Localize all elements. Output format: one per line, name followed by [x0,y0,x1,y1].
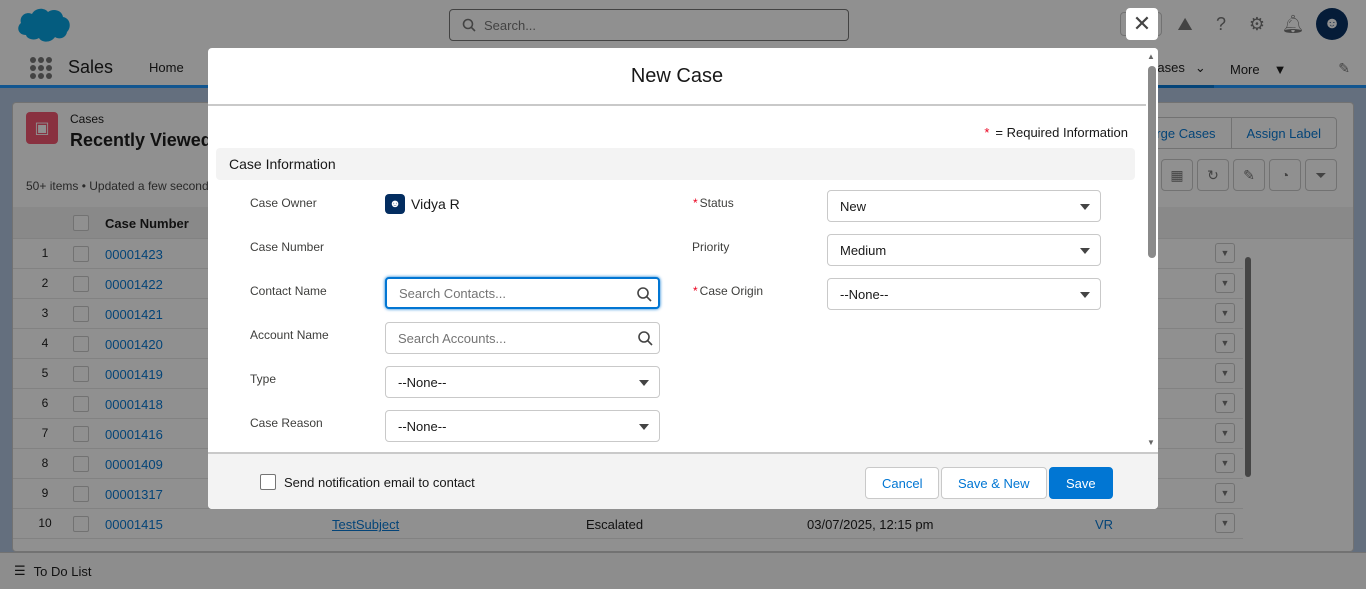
status-select[interactable]: New [827,190,1101,222]
case-reason-select[interactable]: --None-- [385,410,660,442]
case-origin-value: --None-- [840,286,889,302]
priority-value: Medium [840,242,887,258]
case-origin-label: * Case Origin [693,284,763,298]
account-name-label: Account Name [250,328,329,342]
priority-select[interactable]: Medium [827,234,1101,266]
save-and-new-button[interactable]: Save & New [941,467,1047,499]
type-value: --None-- [398,374,447,390]
modal-footer: Send notification email to contact Cance… [208,452,1158,509]
account-name-placeholder: Search Accounts... [398,330,507,346]
cancel-button[interactable]: Cancel [865,467,940,499]
type-label: Type [250,372,277,386]
case-owner-value[interactable]: ☻ Vidya R [385,194,460,214]
contact-name-label: Contact Name [250,284,327,298]
owner-avatar-icon: ☻ [385,194,405,214]
case-origin-select[interactable]: --None-- [827,278,1101,310]
caret-down-icon [639,424,649,430]
contact-name-placeholder: Search Contacts... [399,285,506,301]
caret-down-icon [1080,248,1090,254]
status-value: New [840,198,867,214]
contact-name-input[interactable]: Search Contacts... [385,277,660,309]
close-icon[interactable]: ✕ [1126,8,1158,40]
new-case-modal: New Case ▲ ▼ * = Required Information Cas… [208,48,1158,509]
priority-label: Priority [692,240,730,254]
status-label: * Status [693,196,734,210]
caret-down-icon [1080,292,1090,298]
modal-title: New Case [630,64,724,87]
required-info-text: = Required Information [995,125,1128,140]
send-notification-checkbox[interactable]: Send notification email to contact [260,474,475,490]
account-name-input[interactable]: Search Accounts... [385,322,660,354]
case-reason-label: Case Reason [250,416,323,430]
caret-down-icon [639,380,649,386]
required-info-note: * = Required Information [984,125,1128,140]
modal-scrollbar[interactable]: ▲ ▼ [1146,48,1158,452]
required-asterisk: * [693,284,698,298]
search-icon [637,287,652,302]
case-owner-name[interactable]: Vidya R [411,196,460,212]
case-reason-value: --None-- [398,418,447,434]
status-label-text: Status [699,196,734,210]
modal-scrollbar-thumb[interactable] [1148,66,1156,258]
save-button[interactable]: Save [1049,467,1113,499]
search-icon [638,331,653,346]
checkbox-box[interactable] [260,474,276,490]
required-asterisk: * [693,196,698,210]
modal-header: New Case [208,48,1146,106]
case-number-label: Case Number [250,240,325,254]
caret-down-icon [1080,204,1090,210]
send-notification-label: Send notification email to contact [284,474,475,490]
scroll-up-arrow-icon[interactable]: ▲ [1147,52,1155,61]
section-case-information[interactable]: Case Information [216,148,1135,180]
required-asterisk: * [984,125,990,140]
case-origin-label-text: Case Origin [699,284,764,298]
scroll-down-arrow-icon[interactable]: ▼ [1147,438,1155,447]
case-owner-label: Case Owner [250,196,317,210]
section-title: Case Information [229,156,336,172]
type-select[interactable]: --None-- [385,366,660,398]
